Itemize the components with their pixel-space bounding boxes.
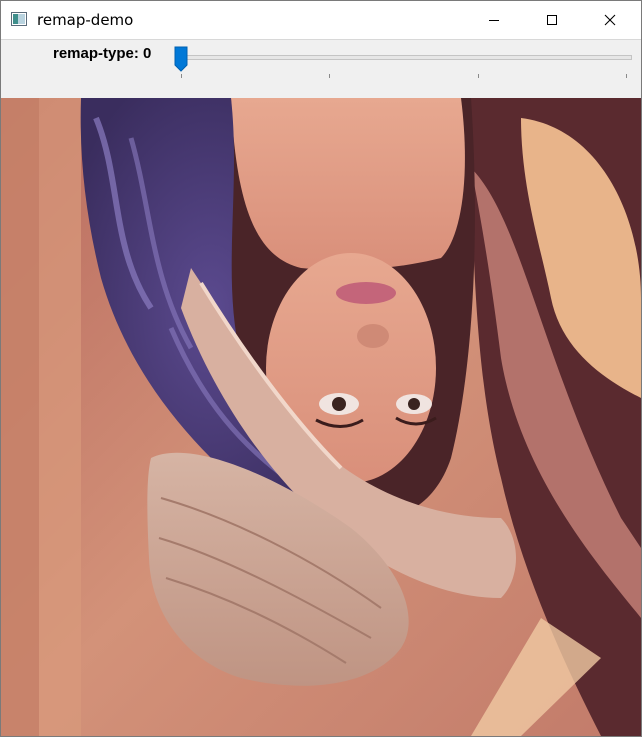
trackbar-track[interactable] bbox=[177, 55, 632, 60]
close-icon bbox=[604, 14, 616, 26]
trackbar-tick bbox=[626, 74, 627, 78]
maximize-button[interactable] bbox=[529, 1, 575, 39]
trackbar-tick bbox=[329, 74, 331, 78]
window-title: remap-demo bbox=[37, 11, 134, 29]
app-icon bbox=[11, 12, 27, 26]
trackbar-tick bbox=[477, 74, 479, 78]
flipped-portrait-image bbox=[1, 98, 641, 736]
trackbar-panel: remap-type: 0 bbox=[1, 39, 641, 99]
minimize-button[interactable] bbox=[471, 1, 517, 39]
trackbar-tick bbox=[181, 74, 182, 78]
trackbar-thumb[interactable] bbox=[174, 46, 188, 72]
trackbar-label: remap-type: 0 bbox=[53, 45, 152, 62]
minimize-icon bbox=[489, 20, 499, 21]
image-view[interactable] bbox=[1, 98, 641, 736]
title-bar[interactable]: remap-demo bbox=[1, 1, 641, 39]
app-window: remap-demo remap-type: 0 bbox=[0, 0, 642, 737]
maximize-icon bbox=[547, 15, 557, 25]
close-button[interactable] bbox=[587, 1, 633, 39]
